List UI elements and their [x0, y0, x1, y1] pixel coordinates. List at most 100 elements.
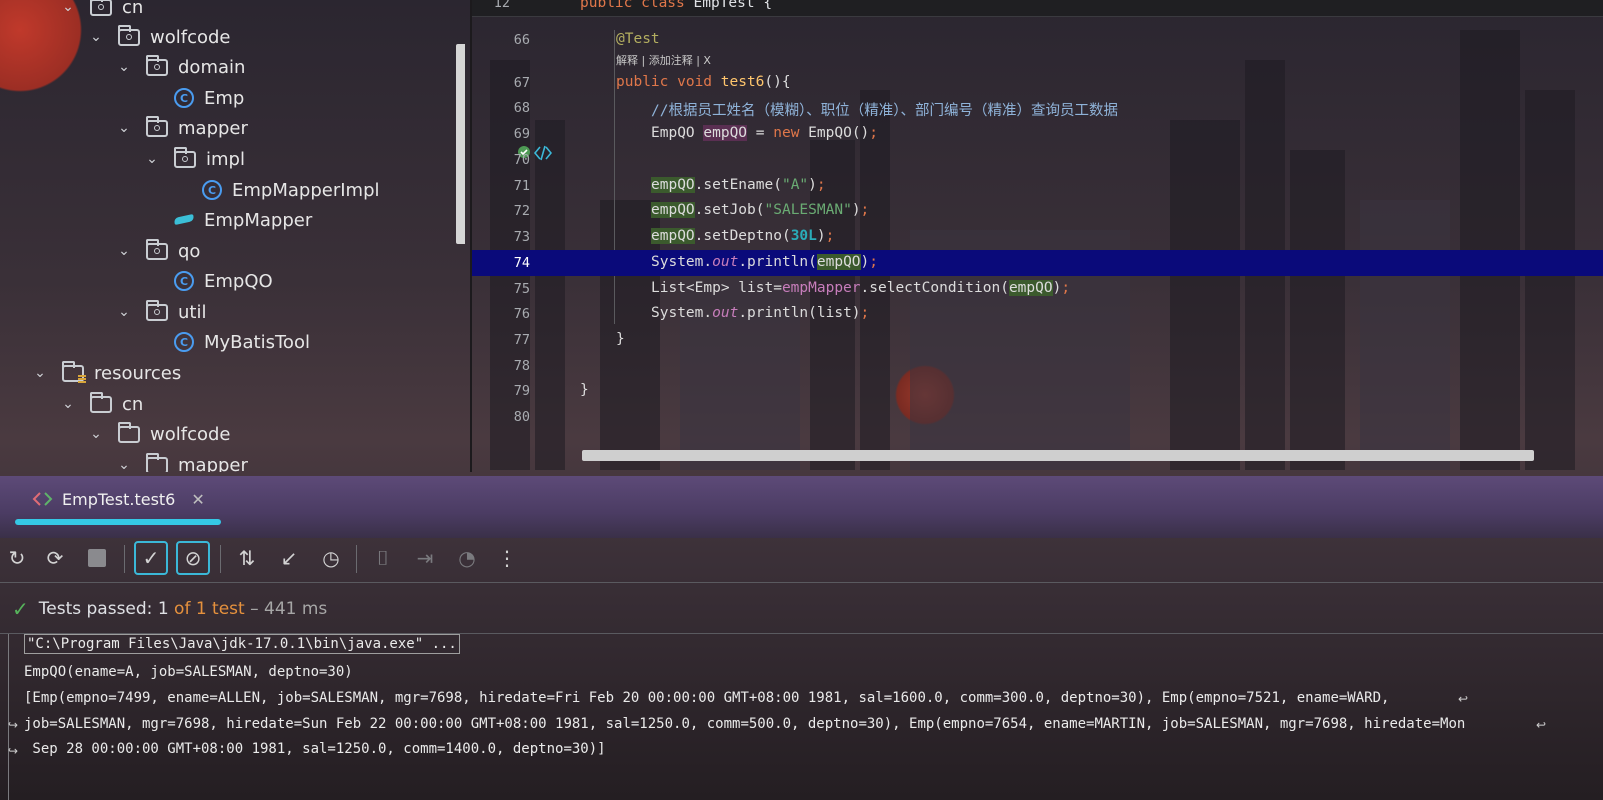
folder-icon — [118, 421, 140, 443]
console-line[interactable]: "C:\Program Files\Java\jdk-17.0.1\bin\ja… — [24, 634, 460, 654]
tab-run-configuration[interactable]: EmpTest.test6 ✕ — [32, 484, 205, 514]
package-icon — [90, 0, 112, 16]
console-line[interactable]: EmpQO(ename=A, job=SALESMAN, deptno=30) — [24, 664, 353, 680]
code-text: } — [616, 331, 625, 347]
status-total: of 1 test — [168, 599, 245, 619]
status-passed-count: 1 — [157, 599, 169, 619]
show-passed-icon[interactable]: ✓ — [134, 541, 168, 575]
class-icon: C — [174, 271, 194, 291]
line-number: 66 — [513, 32, 530, 48]
code-line-current[interactable]: 74 System.out.println(empQO); — [472, 250, 1603, 522]
status-prefix: Tests passed: — [38, 599, 158, 619]
code-line[interactable]: 78 — [472, 353, 1603, 379]
chevron-down-icon[interactable]: ⌄ — [144, 151, 160, 167]
code-line[interactable]: 68 //根据员工姓名（模糊）、职位（精准）、部门编号（精准）查询员工数据 — [472, 95, 1603, 121]
chevron-down-icon[interactable]: ⌄ — [60, 396, 76, 412]
code-line[interactable]: 75 List<Emp> list=empMapper.selectCondit… — [472, 276, 1603, 302]
rerun-icon[interactable]: ↻ — [0, 541, 34, 575]
tree-item-resources-mapper[interactable]: ⌄ mapper — [116, 450, 248, 472]
tree-item-mybatistool[interactable]: C MyBatisTool — [174, 327, 310, 357]
tree-item-mapper[interactable]: ⌄ mapper — [116, 113, 248, 143]
tree-item-domain[interactable]: ⌄ domain — [116, 52, 245, 82]
code-text: empQO.setJob("SALESMAN"); — [651, 202, 870, 218]
run-tab-bar: EmpTest.test6 ✕ — [0, 476, 1603, 530]
chevron-down-icon[interactable]: ⌄ — [88, 426, 104, 442]
toolbar-separator — [124, 545, 125, 573]
show-ignored-icon[interactable]: ⊘ — [176, 541, 210, 575]
tree-scrollbar[interactable] — [456, 44, 465, 244]
chevron-down-icon[interactable]: ⌄ — [88, 29, 104, 45]
soft-wrap-icon: ↩ — [1536, 718, 1547, 732]
package-icon — [174, 146, 196, 168]
inlay-hint[interactable]: 解释 | 添加注释 | X — [616, 52, 711, 68]
tree-item-impl[interactable]: ⌄ impl — [144, 144, 245, 174]
console-line[interactable]: [Emp(empno=7499, ename=ALLEN, job=SALESM… — [24, 690, 1389, 706]
class-icon: C — [174, 332, 194, 352]
class-icon: C — [202, 180, 222, 200]
tree-item-empqo[interactable]: C EmpQO — [174, 266, 273, 296]
coverage-icon[interactable]: ◔ — [450, 541, 484, 575]
test-class-icon — [32, 492, 53, 506]
tree-item-empmapperimpl[interactable]: C EmpMapperImpl — [202, 175, 380, 205]
console-line[interactable]: job=SALESMAN, mgr=7698, hiredate=Sun Feb… — [24, 716, 1465, 732]
tree-item-label: EmpQO — [204, 270, 273, 292]
code-line[interactable]: 79 } — [472, 378, 1603, 404]
console-line[interactable]: Sep 28 00:00:00 GMT+08:00 1981, sal=1250… — [24, 741, 605, 757]
rerun-failed-icon[interactable]: ⟳ — [38, 541, 72, 575]
tree-item-empmapper[interactable]: EmpMapper — [173, 205, 312, 235]
chevron-down-icon[interactable]: ⌄ — [116, 243, 132, 259]
tree-item-label: util — [178, 301, 207, 323]
sticky-scroll-header[interactable]: 12 public class EmpTest { — [472, 0, 1603, 17]
package-icon — [146, 238, 168, 260]
tree-item-cn[interactable]: ⌄ cn — [60, 0, 143, 22]
line-number: 12 — [493, 0, 510, 11]
more-icon[interactable]: ⋮ — [490, 541, 524, 575]
console-border — [8, 634, 9, 800]
chevron-down-icon[interactable]: ⌄ — [60, 0, 76, 15]
screenshot-icon[interactable]: ⌷ — [366, 541, 400, 575]
console-output[interactable]: "C:\Program Files\Java\jdk-17.0.1\bin\ja… — [8, 634, 1603, 800]
tree-item-resources-wolfcode[interactable]: ⌄ wolfcode — [88, 419, 230, 449]
toolbar-separator — [356, 545, 357, 573]
code-line[interactable]: 80 — [472, 404, 1603, 430]
tree-item-resources[interactable]: ⌄ resources — [32, 358, 181, 388]
tree-item-emp[interactable]: C Emp — [174, 83, 244, 113]
import-icon[interactable]: ⇥ — [408, 541, 442, 575]
tree-item-label: Emp — [204, 87, 245, 109]
run-toolbar: ↻ ⟳ ✓ ⊘ ⇅ ↙ ◷ ⌷ ⇥ ◔ ⋮ — [0, 537, 1603, 581]
line-number: 73 — [513, 229, 530, 245]
collapse-icon[interactable]: ↙ — [272, 541, 306, 575]
mybatis-mapper-icon — [173, 213, 196, 227]
folder-icon — [146, 452, 168, 472]
close-icon[interactable]: ✕ — [191, 490, 204, 509]
code-line[interactable]: 73 empQO.setDeptno(30L); — [472, 224, 1603, 250]
line-number: 72 — [513, 203, 530, 219]
chevron-down-icon[interactable]: ⌄ — [116, 120, 132, 136]
code-line[interactable]: 67 public void test6(){ — [472, 70, 1603, 161]
sort-icon[interactable]: ⇅ — [230, 541, 264, 575]
code-line[interactable]: 72 empQO.setJob("SALESMAN"); — [472, 198, 1603, 224]
chevron-down-icon[interactable]: ⌄ — [32, 365, 48, 381]
chevron-down-icon[interactable]: ⌄ — [116, 304, 132, 320]
code-line[interactable]: 76 System.out.println(list); — [472, 301, 1603, 327]
code-line[interactable]: 70 — [472, 147, 1603, 173]
code-line[interactable]: 77 } — [472, 327, 1603, 353]
editor-horizontal-scrollbar[interactable] — [582, 450, 1534, 461]
code-text: public void test6(){ — [616, 74, 791, 90]
tree-item-wolfcode[interactable]: ⌄ wolfcode — [88, 22, 230, 52]
code-line[interactable]: 71 empQO.setEname("A"); — [472, 173, 1603, 199]
code-line[interactable]: 69 EmpQO empQO = new EmpQO(); — [472, 121, 1603, 147]
tree-item-qo[interactable]: ⌄ qo — [116, 236, 200, 266]
tree-item-label: mapper — [178, 454, 248, 473]
stop-icon[interactable] — [80, 541, 114, 575]
code-line[interactable]: 66 @Test — [472, 27, 1603, 53]
chevron-down-icon[interactable]: ⌄ — [116, 457, 132, 472]
history-icon[interactable]: ◷ — [314, 541, 348, 575]
tree-item-resources-cn[interactable]: ⌄ cn — [60, 389, 143, 419]
console-command[interactable]: "C:\Program Files\Java\jdk-17.0.1\bin\ja… — [24, 634, 460, 654]
package-icon — [146, 115, 168, 137]
tree-item-util[interactable]: ⌄ util — [116, 297, 206, 327]
line-number: 71 — [513, 178, 530, 194]
code-editor[interactable]: 12 public class EmpTest { 66 @Test 解释 | … — [472, 0, 1603, 522]
chevron-down-icon[interactable]: ⌄ — [116, 59, 132, 75]
